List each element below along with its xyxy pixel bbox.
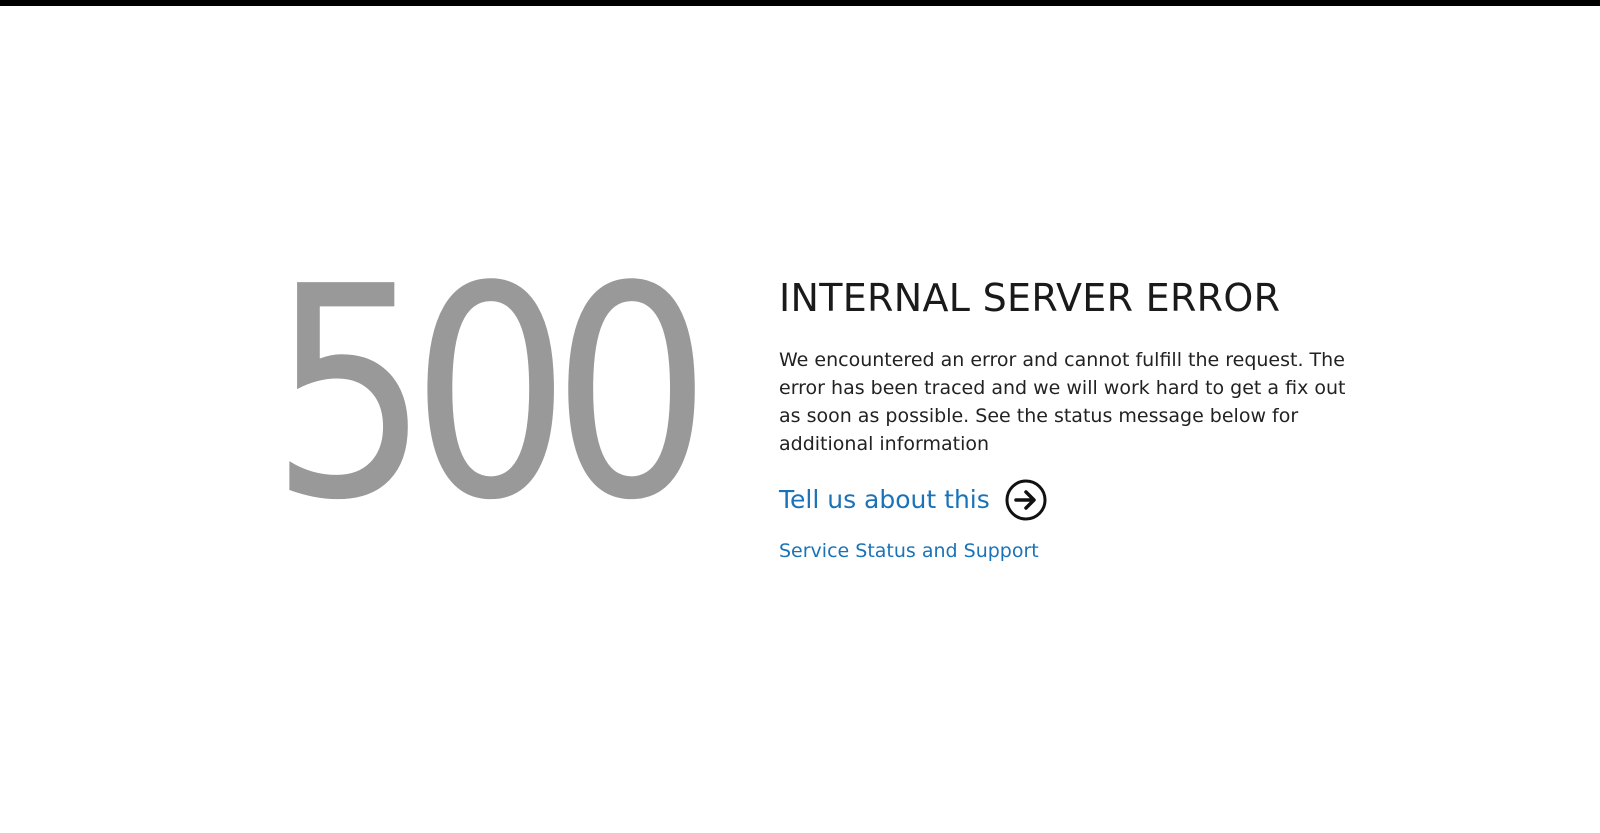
service-status-link[interactable]: Service Status and Support: [779, 540, 1359, 562]
arrow-right-circle-icon[interactable]: [1004, 478, 1048, 522]
error-content: INTERNAL SERVER ERROR We encountered an …: [779, 276, 1359, 562]
error-title: INTERNAL SERVER ERROR: [779, 276, 1281, 320]
tell-us-link[interactable]: Tell us about this: [779, 485, 990, 514]
error-message: We encountered an error and cannot fulfi…: [779, 348, 1346, 455]
error-code: 500: [270, 224, 711, 564]
tell-us-row: Tell us about this: [779, 478, 1359, 522]
top-bar: [0, 0, 1600, 6]
